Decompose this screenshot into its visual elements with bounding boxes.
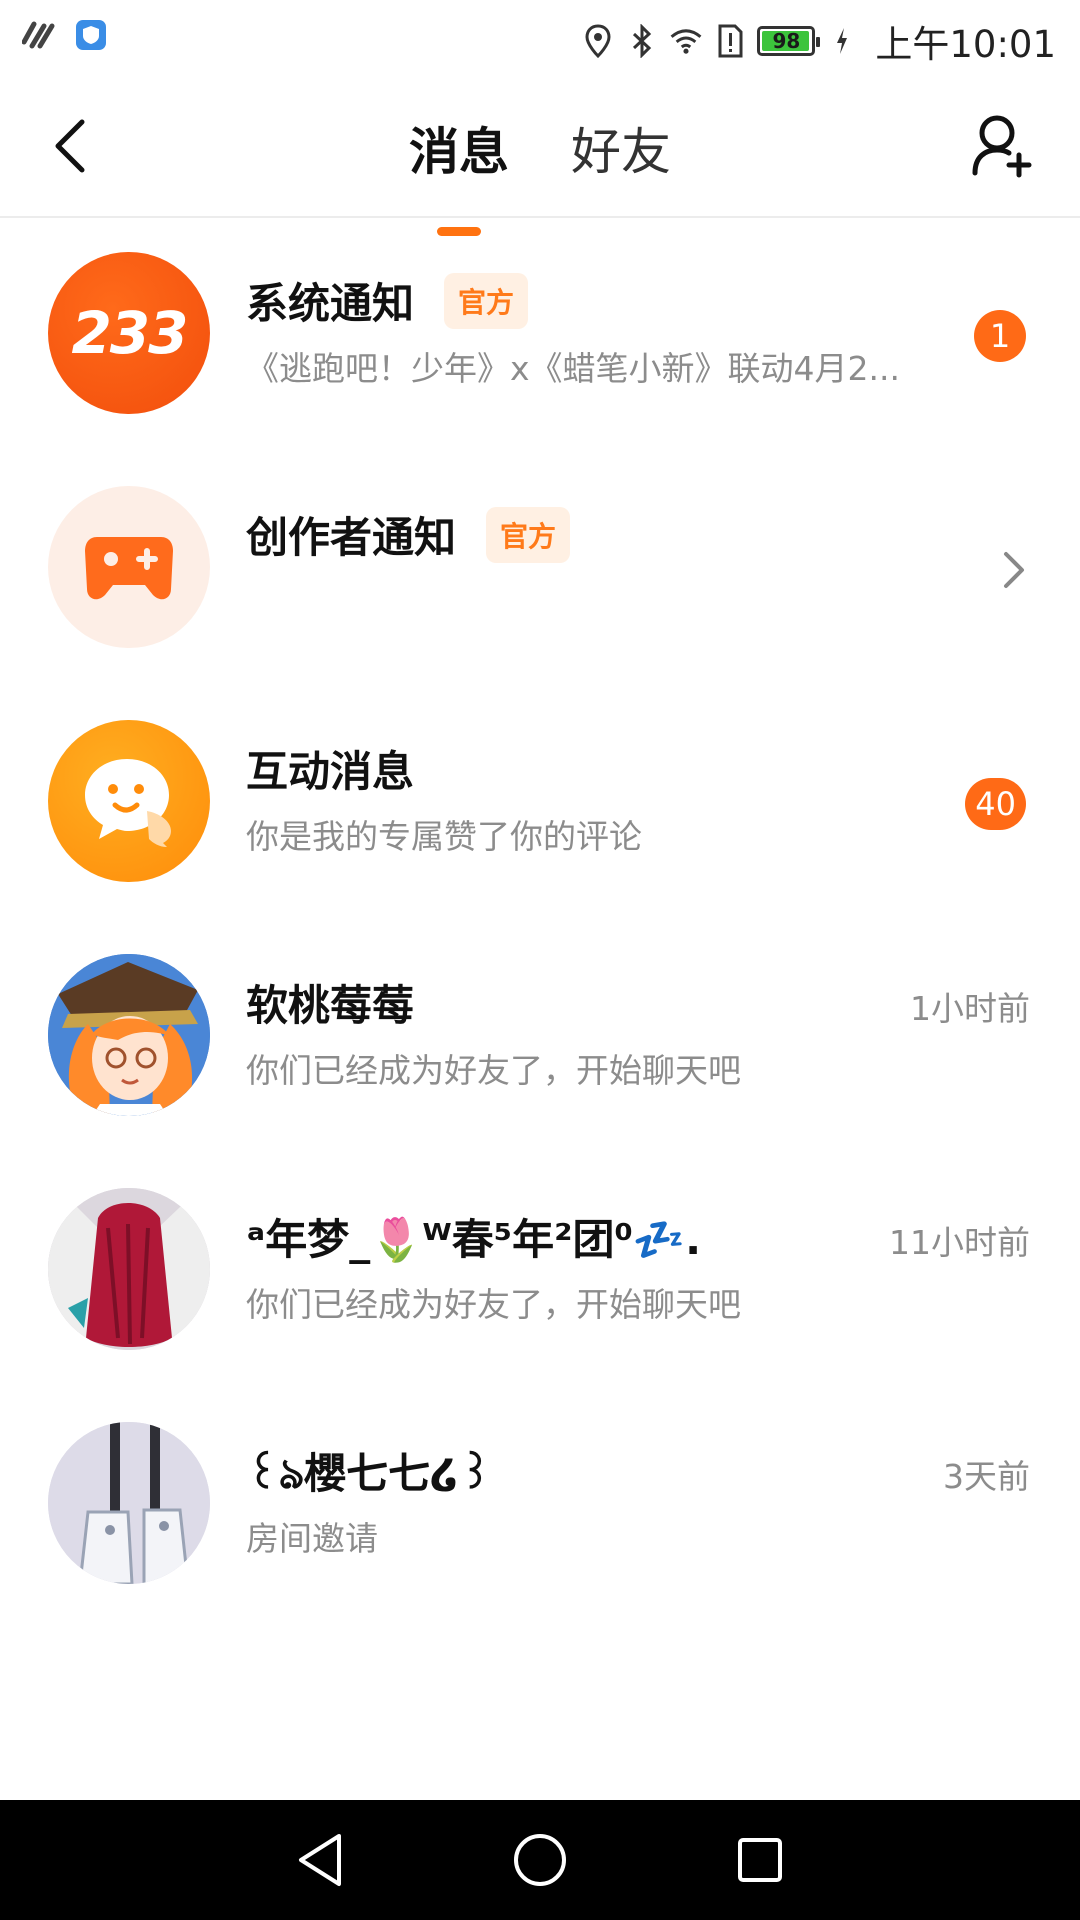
item-preview: 你们已经成为好友了，开始聊天吧 bbox=[246, 1285, 741, 1324]
user-avatar-image bbox=[48, 1188, 210, 1350]
item-title: 软桃莓莓 bbox=[246, 981, 415, 1030]
chevron-right-icon bbox=[1004, 552, 1024, 588]
tab-messages[interactable]: 消息 bbox=[403, 112, 515, 236]
item-title: 创作者通知 bbox=[246, 513, 457, 562]
gamepad-icon bbox=[85, 537, 173, 600]
system-nav-bar bbox=[0, 1800, 1080, 1920]
item-timestamp: 11小时前 bbox=[889, 1223, 1030, 1262]
shield-icon bbox=[74, 18, 108, 52]
item-timestamp: 1小时前 bbox=[910, 989, 1030, 1028]
list-item-system-notification[interactable]: 233 系统通知 官方 《逃跑吧！少年》x《蜡笔小新》联动4月2... 1 bbox=[0, 218, 1080, 452]
user-avatar-image bbox=[48, 954, 210, 1116]
square-recents-icon bbox=[738, 1838, 782, 1882]
list-item-chat[interactable]: ꒰ঌ櫻七七໒꒱ 3天前 房间邀请 bbox=[0, 1388, 1080, 1622]
chat-smile-icon bbox=[85, 759, 171, 847]
avatar-interaction bbox=[48, 720, 210, 882]
item-preview: 《逃跑吧！少年》x《蜡笔小新》联动4月2... bbox=[246, 349, 900, 388]
bluetooth-icon bbox=[625, 24, 659, 58]
header: 消息 好友 bbox=[0, 74, 1080, 236]
logo-233-text: 233 bbox=[71, 299, 188, 367]
app-notification-icon bbox=[22, 18, 56, 52]
wifi-icon bbox=[669, 24, 703, 58]
official-tag: 官方 bbox=[486, 506, 571, 563]
status-bar: 98 上午10:01 bbox=[0, 0, 1080, 74]
item-preview: 你是我的专属赞了你的评论 bbox=[246, 817, 642, 856]
nav-recents-button[interactable] bbox=[730, 1830, 790, 1890]
list-item-creator-notification[interactable]: 创作者通知 官方 bbox=[0, 452, 1080, 686]
list-item-chat[interactable]: 软桃莓莓 1小时前 你们已经成为好友了，开始聊天吧 bbox=[0, 920, 1080, 1154]
tab-friends[interactable]: 好友 bbox=[565, 112, 677, 184]
avatar-creator bbox=[48, 486, 210, 648]
tab-bar: 消息 好友 bbox=[0, 112, 1080, 236]
battery-level-text: 98 bbox=[772, 29, 801, 53]
user-avatar-image bbox=[48, 1422, 210, 1584]
unread-badge: 40 bbox=[965, 778, 1026, 830]
battery-indicator: 98 bbox=[757, 26, 821, 56]
list-item-interaction-messages[interactable]: 互动消息 你是我的专属赞了你的评论 40 bbox=[0, 686, 1080, 920]
triangle-back-icon bbox=[299, 1834, 341, 1886]
circle-home-icon bbox=[514, 1834, 566, 1886]
add-friend-button[interactable] bbox=[964, 108, 1040, 184]
avatar bbox=[48, 954, 210, 1116]
message-list: 233 系统通知 官方 《逃跑吧！少年》x《蜡笔小新》联动4月2... 1 创作… bbox=[0, 218, 1080, 1622]
avatar bbox=[48, 1188, 210, 1350]
tab-friends-label: 好友 bbox=[571, 123, 671, 181]
item-title: ᵃ年梦_🌷ᵂ春⁵年²团⁰💤. bbox=[246, 1215, 702, 1264]
nav-home-button[interactable] bbox=[510, 1830, 570, 1890]
avatar bbox=[48, 1422, 210, 1584]
item-preview: 房间邀请 bbox=[246, 1519, 378, 1558]
charging-icon bbox=[825, 24, 859, 58]
item-title: ꒰ঌ櫻七七໒꒱ bbox=[246, 1449, 493, 1498]
location-icon bbox=[581, 24, 615, 58]
add-user-icon bbox=[972, 115, 1032, 178]
nav-back-button[interactable] bbox=[290, 1830, 350, 1890]
item-title: 系统通知 bbox=[246, 279, 415, 328]
tab-messages-label: 消息 bbox=[409, 123, 509, 181]
list-item-chat[interactable]: ᵃ年梦_🌷ᵂ春⁵年²团⁰💤. 11小时前 你们已经成为好友了，开始聊天吧 bbox=[0, 1154, 1080, 1388]
sim-alert-icon bbox=[713, 24, 747, 58]
item-title: 互动消息 bbox=[246, 747, 415, 796]
clock: 上午10:01 bbox=[875, 23, 1056, 66]
item-preview: 你们已经成为好友了，开始聊天吧 bbox=[246, 1051, 741, 1090]
avatar-233-logo: 233 bbox=[48, 252, 210, 414]
official-tag: 官方 bbox=[444, 272, 529, 329]
unread-badge: 1 bbox=[974, 310, 1026, 362]
item-timestamp: 3天前 bbox=[943, 1457, 1030, 1496]
